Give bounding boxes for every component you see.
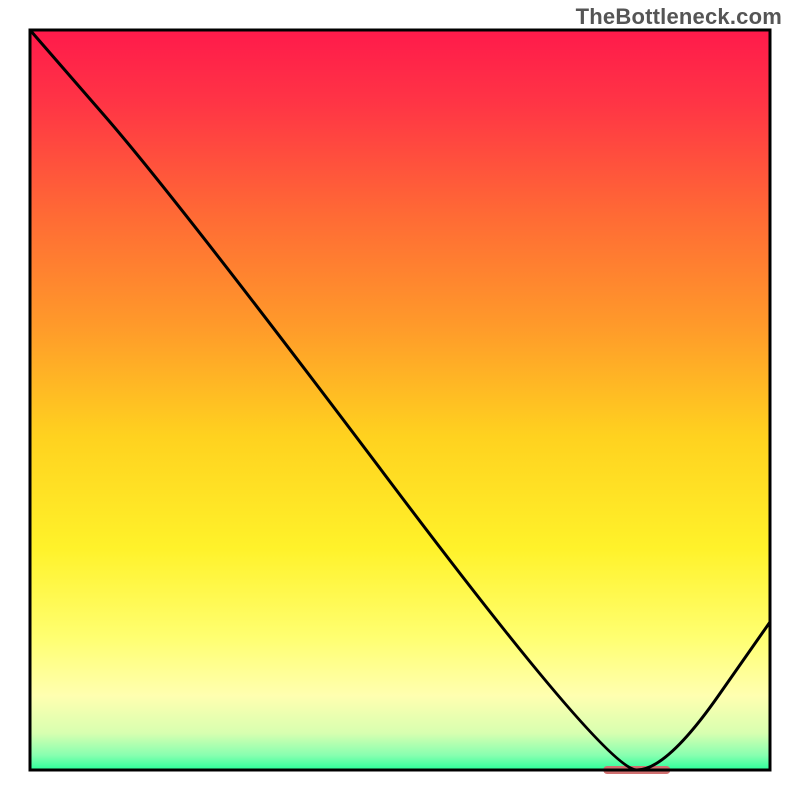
bottleneck-chart bbox=[0, 0, 800, 800]
chart-background bbox=[30, 30, 770, 770]
watermark-text: TheBottleneck.com bbox=[576, 4, 782, 30]
